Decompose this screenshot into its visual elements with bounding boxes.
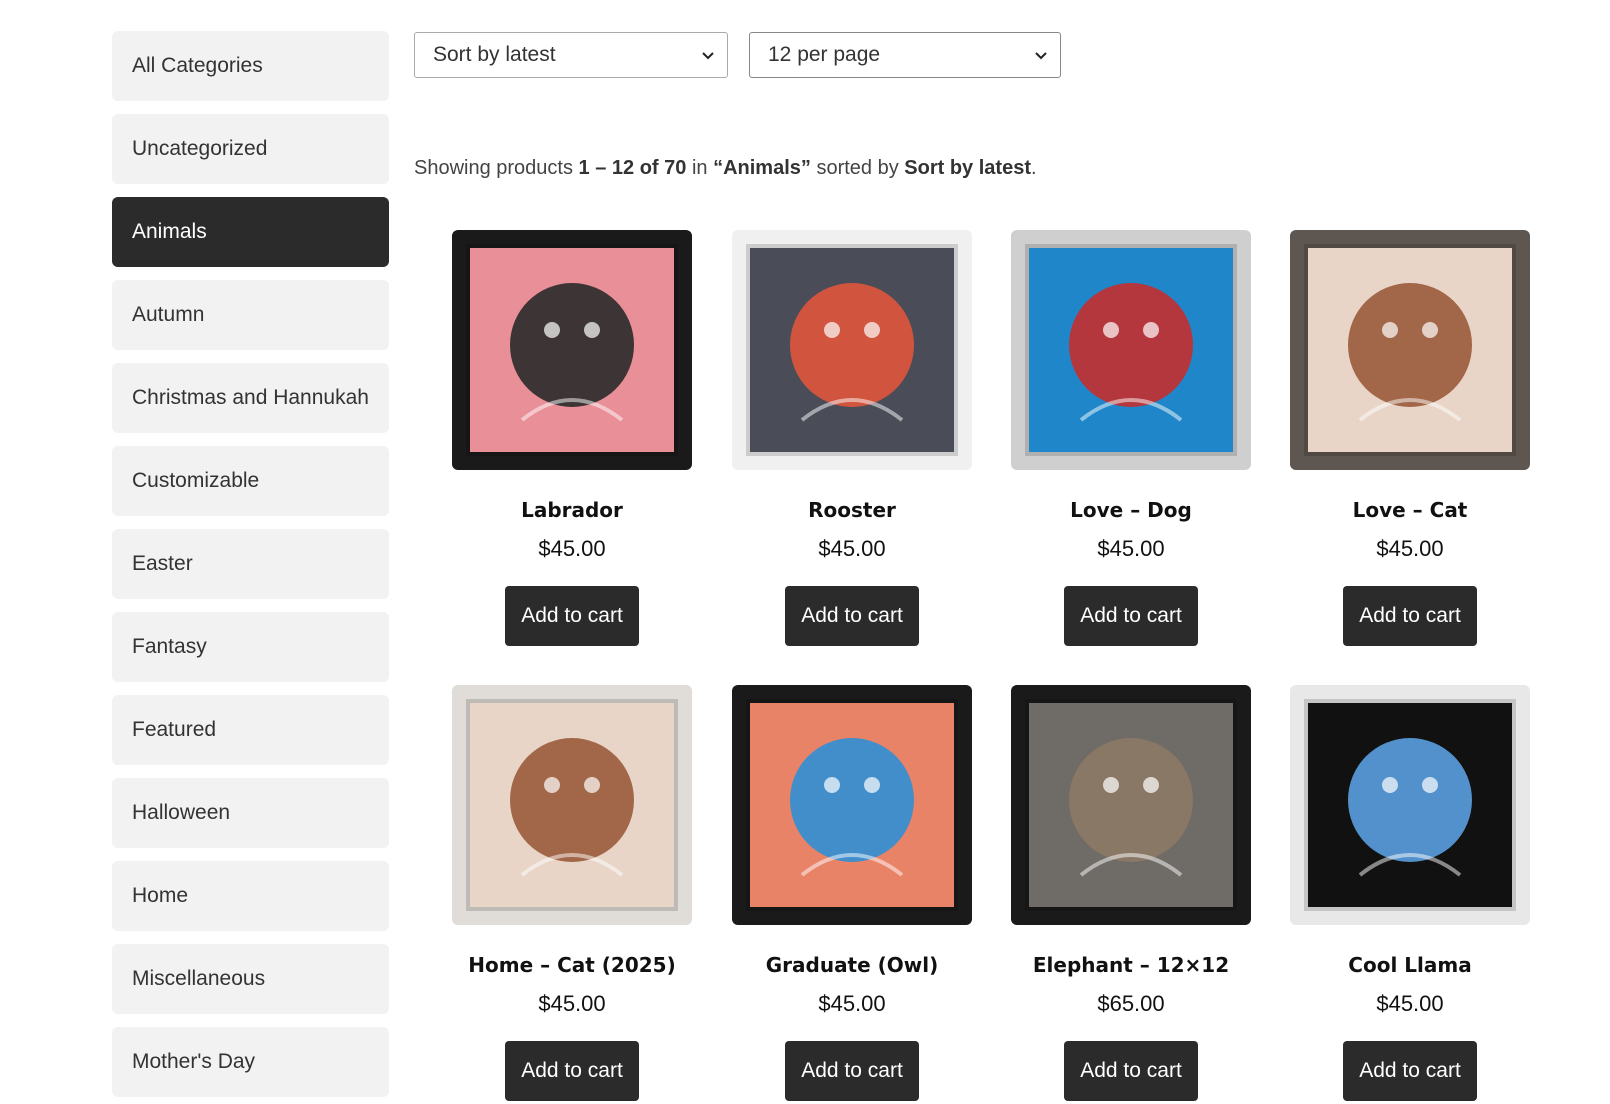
product-card: Rooster $45.00 Add to cart (732, 230, 972, 646)
add-to-cart-button[interactable]: Add to cart (505, 586, 639, 646)
category-halloween[interactable]: Halloween (112, 778, 389, 848)
product-title[interactable]: Home – Cat (2025) (452, 953, 692, 977)
product-image[interactable] (732, 685, 972, 925)
add-to-cart-button[interactable]: Add to cart (1343, 586, 1477, 646)
result-count-in: in (686, 157, 714, 179)
category-fantasy[interactable]: Fantasy (112, 612, 389, 682)
category-featured[interactable]: Featured (112, 695, 389, 765)
product-card: Love – Dog $45.00 Add to cart (1011, 230, 1251, 646)
product-image[interactable] (452, 230, 692, 470)
category-easter[interactable]: Easter (112, 529, 389, 599)
product-price: $45.00 (1376, 536, 1444, 561)
category-customizable[interactable]: Customizable (112, 446, 389, 516)
category-uncategorized[interactable]: Uncategorized (112, 114, 389, 184)
product-title[interactable]: Cool Llama (1290, 953, 1530, 977)
product-card: Elephant – 12×12 $65.00 Add to cart (1011, 685, 1251, 1101)
result-count-range: 1 – 12 of 70 (578, 157, 687, 179)
add-to-cart-button[interactable]: Add to cart (785, 1041, 919, 1101)
category-home[interactable]: Home (112, 861, 389, 931)
category-mothers-day[interactable]: Mother's Day (112, 1027, 389, 1097)
category-christmas-and-hannukah[interactable]: Christmas and Hannukah (112, 363, 389, 433)
per-page-select[interactable]: 12 per page (749, 32, 1061, 78)
result-count: Showing products 1 – 12 of 70 in “Animal… (414, 157, 1037, 180)
product-title[interactable]: Love – Dog (1011, 498, 1251, 522)
add-to-cart-button[interactable]: Add to cart (505, 1041, 639, 1101)
result-count-sort: Sort by latest (904, 157, 1031, 179)
result-count-category: “Animals” (713, 157, 811, 179)
product-title[interactable]: Graduate (Owl) (732, 953, 972, 977)
category-animals[interactable]: Animals (112, 197, 389, 267)
product-image[interactable] (732, 230, 972, 470)
product-card: Cool Llama $45.00 Add to cart (1290, 685, 1530, 1101)
product-title[interactable]: Love – Cat (1290, 498, 1530, 522)
add-to-cart-button[interactable]: Add to cart (785, 586, 919, 646)
result-count-sorted-by: sorted by (810, 157, 905, 179)
product-price: $65.00 (1097, 991, 1165, 1016)
product-price: $45.00 (818, 536, 886, 561)
result-count-prefix: Showing products (414, 157, 579, 179)
chevron-down-icon (1035, 52, 1047, 60)
product-card: Home – Cat (2025) $45.00 Add to cart (452, 685, 692, 1101)
shop-toolbar: Sort by latest 12 per page (414, 32, 1061, 78)
product-price: $45.00 (818, 991, 886, 1016)
result-count-suffix: . (1030, 157, 1037, 179)
add-to-cart-button[interactable]: Add to cart (1064, 1041, 1198, 1101)
add-to-cart-button[interactable]: Add to cart (1343, 1041, 1477, 1101)
product-card: Love – Cat $45.00 Add to cart (1290, 230, 1530, 646)
add-to-cart-button[interactable]: Add to cart (1064, 586, 1198, 646)
product-title[interactable]: Rooster (732, 498, 972, 522)
category-all-categories[interactable]: All Categories (112, 31, 389, 101)
product-image[interactable] (1290, 230, 1530, 470)
product-image[interactable] (1011, 685, 1251, 925)
per-page-select-value: 12 per page (768, 43, 881, 66)
chevron-down-icon (702, 52, 714, 60)
sort-select-value: Sort by latest (433, 43, 556, 66)
product-image[interactable] (1011, 230, 1251, 470)
product-price: $45.00 (538, 536, 606, 561)
category-miscellaneous[interactable]: Miscellaneous (112, 944, 389, 1014)
sort-select[interactable]: Sort by latest (414, 32, 728, 78)
category-autumn[interactable]: Autumn (112, 280, 389, 350)
product-card: Graduate (Owl) $45.00 Add to cart (732, 685, 972, 1101)
product-price: $45.00 (538, 991, 606, 1016)
product-card: Labrador $45.00 Add to cart (452, 230, 692, 646)
product-price: $45.00 (1376, 991, 1444, 1016)
category-sidebar: All Categories Uncategorized Animals Aut… (112, 31, 389, 1104)
product-image[interactable] (1290, 685, 1530, 925)
product-image[interactable] (452, 685, 692, 925)
product-title[interactable]: Labrador (452, 498, 692, 522)
product-price: $45.00 (1097, 536, 1165, 561)
product-title[interactable]: Elephant – 12×12 (1011, 953, 1251, 977)
